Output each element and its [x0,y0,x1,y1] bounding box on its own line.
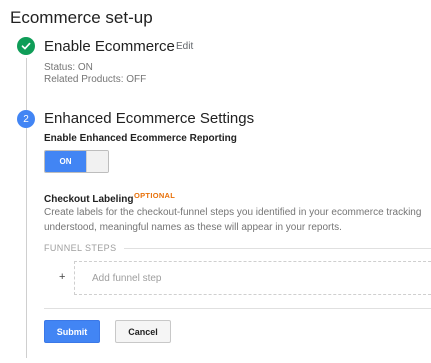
checkout-description: understood, meaningful names as these wi… [44,222,342,233]
step2-title: Enhanced Ecommerce Settings [44,110,255,127]
cancel-button[interactable]: Cancel [115,320,171,343]
step-number-badge: 2 [17,110,35,128]
checkmark-icon [21,42,31,50]
toggle-state-label: ON [45,151,86,172]
edit-link[interactable]: Edit [176,41,193,52]
reporting-label: Enable Enhanced Ecommerce Reporting [44,133,237,144]
checkout-labeling-label: Checkout Labeling [44,194,134,205]
ecommerce-status: Status: ON [44,62,93,73]
optional-badge: OPTIONAL [134,191,176,200]
reporting-toggle[interactable]: ON [44,150,109,173]
step-connector-line [26,128,27,358]
checkout-description: Create labels for the checkout-funnel st… [44,207,422,218]
divider [124,248,431,249]
plus-icon[interactable]: + [59,271,65,283]
funnel-steps-header: FUNNEL STEPS [44,243,117,253]
add-funnel-step-label: Add funnel step [92,272,162,284]
toggle-knob [86,151,108,172]
step-connector-line [26,58,27,110]
add-funnel-step-button[interactable]: Add funnel step [74,261,431,295]
step-complete-badge [17,37,35,55]
page-title: Ecommerce set-up [10,8,153,27]
step1-title: Enable Ecommerce [44,38,175,55]
related-products-status: Related Products: OFF [44,74,147,85]
submit-button[interactable]: Submit [44,320,100,343]
divider [44,308,431,309]
